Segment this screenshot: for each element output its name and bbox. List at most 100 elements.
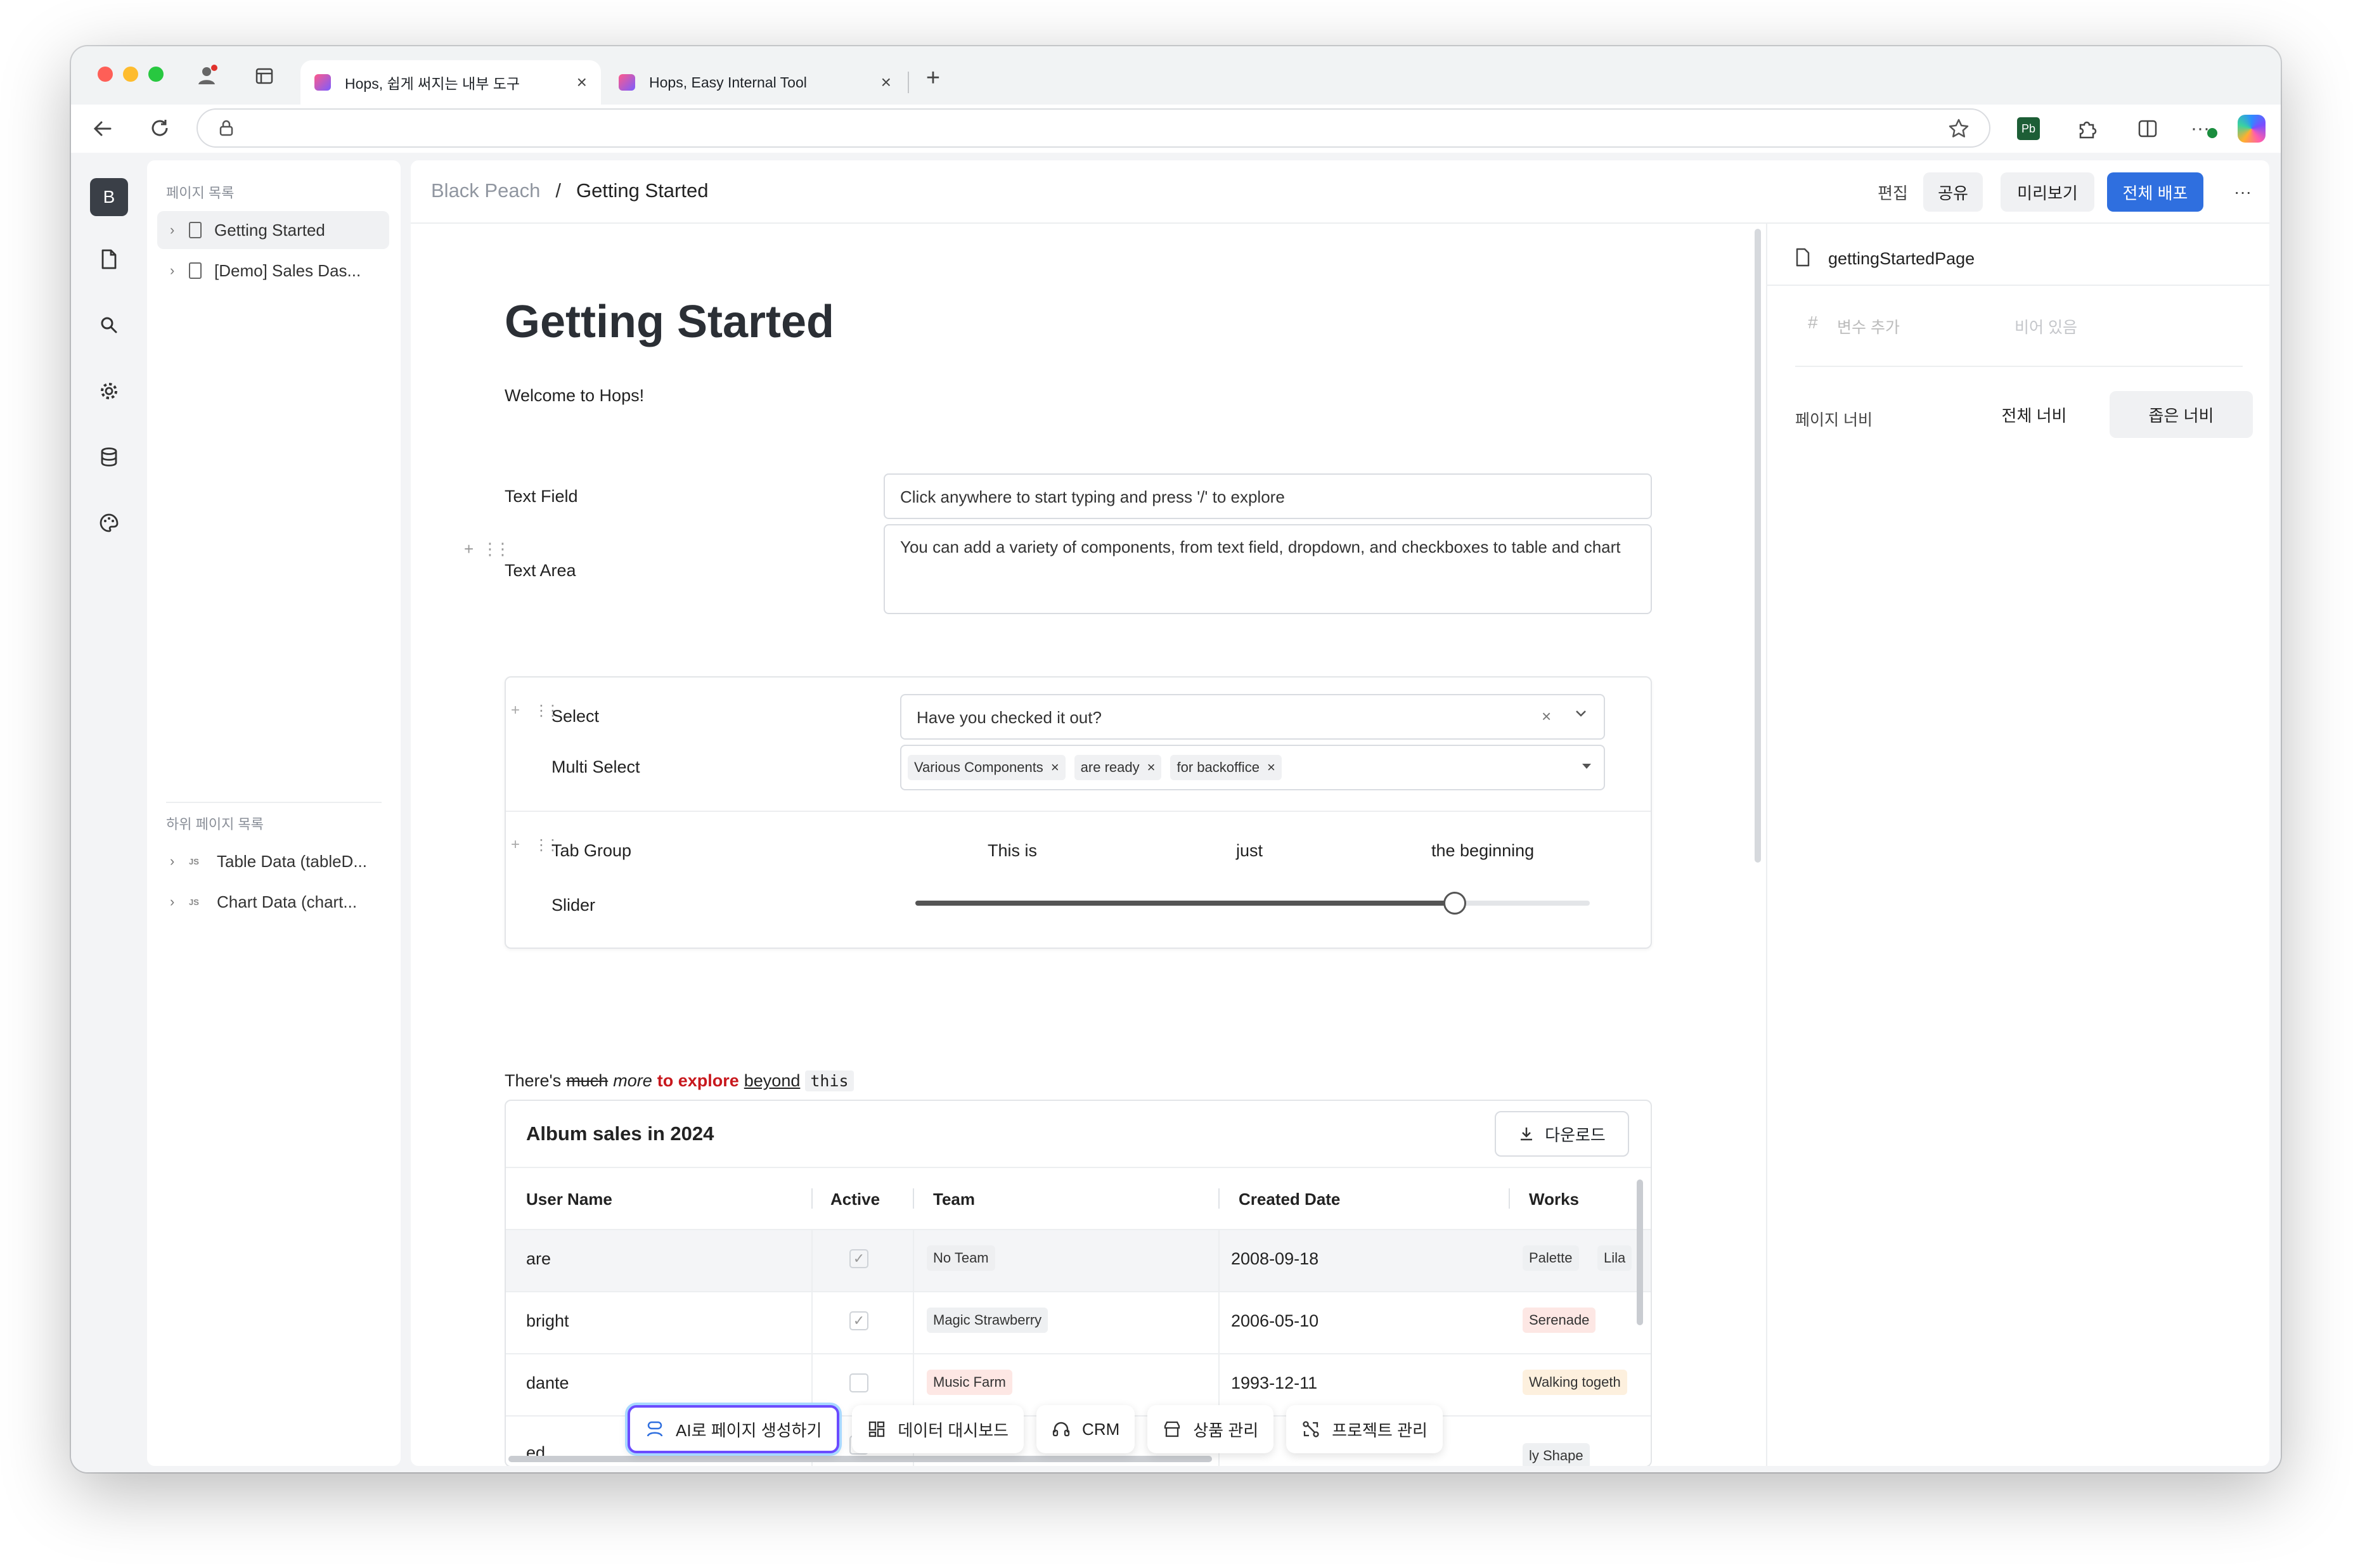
- minimize-window-button[interactable]: [123, 67, 138, 82]
- more-menu-icon[interactable]: ···: [2188, 116, 2220, 141]
- column-header-team[interactable]: Team: [933, 1190, 975, 1209]
- canvas-scrollbar[interactable]: [1755, 229, 1761, 863]
- add-block-plus-icon[interactable]: +: [464, 539, 474, 559]
- column-resizer[interactable]: [1218, 1188, 1220, 1209]
- data-dashboard-button[interactable]: 데이터 대시보드: [852, 1405, 1024, 1453]
- inspector-page-name[interactable]: gettingStartedPage: [1828, 249, 1975, 269]
- column-header-active[interactable]: Active: [830, 1190, 880, 1209]
- tab-hops-korean[interactable]: Hops, 쉽게 써지는 내부 도구 ×: [300, 60, 601, 105]
- text-field-input[interactable]: Click anywhere to start typing and press…: [884, 473, 1652, 519]
- remove-chip-icon[interactable]: ×: [1051, 759, 1059, 776]
- zoom-window-button[interactable]: [148, 67, 164, 82]
- slider-track[interactable]: [915, 892, 1590, 915]
- column-resizer[interactable]: [811, 1188, 813, 1209]
- browser-window: Hops, 쉽게 써지는 내부 도구 × Hops, Easy Internal…: [71, 46, 2281, 1472]
- app-content: B 페이지 목록 › Getting Started › [Demo] Sale…: [71, 153, 2281, 1472]
- gear-icon[interactable]: [96, 378, 122, 404]
- crm-button[interactable]: CRM: [1036, 1405, 1135, 1453]
- table-vertical-scrollbar[interactable]: [1637, 1179, 1643, 1325]
- chevron-right-icon[interactable]: ›: [170, 222, 189, 238]
- download-button[interactable]: 다운로드: [1495, 1111, 1629, 1157]
- more-options-button[interactable]: ···: [2224, 172, 2262, 212]
- tab-sidebar-icon[interactable]: [255, 67, 274, 86]
- bookmark-star-icon[interactable]: [1947, 117, 1970, 140]
- drag-handle-icon[interactable]: ⋮⋮: [482, 539, 511, 559]
- tab-group-tab-3[interactable]: the beginning: [1431, 841, 1534, 861]
- column-resizer[interactable]: [1509, 1188, 1510, 1209]
- remove-chip-icon[interactable]: ×: [1267, 759, 1275, 776]
- close-tab-icon[interactable]: ×: [881, 72, 891, 93]
- subpage-item-table-data[interactable]: › JS Table Data (tableD...: [157, 842, 389, 880]
- preview-button[interactable]: 미리보기: [2001, 172, 2094, 212]
- palette-icon[interactable]: [96, 510, 122, 536]
- breadcrumb-workspace[interactable]: Black Peach: [431, 179, 540, 202]
- extensions-puzzle-icon[interactable]: [2074, 116, 2099, 141]
- slider-thumb[interactable]: [1443, 892, 1467, 915]
- extension-pb-icon[interactable]: Pb: [2017, 117, 2040, 140]
- headset-icon: [1052, 1420, 1071, 1439]
- select-dropdown[interactable]: Have you checked it out? ×: [900, 694, 1605, 740]
- tab-group-tab-1[interactable]: This is: [988, 841, 1037, 861]
- page-item-getting-started[interactable]: › Getting Started: [157, 211, 389, 249]
- breadcrumb-page[interactable]: Getting Started: [576, 179, 709, 202]
- table-horizontal-scrollbar[interactable]: [508, 1456, 1212, 1462]
- tab-hops-english[interactable]: Hops, Easy Internal Tool ×: [605, 60, 905, 105]
- chip-label: are ready: [1080, 759, 1140, 775]
- tab-group-tab-2[interactable]: just: [1236, 841, 1263, 861]
- reload-icon[interactable]: [147, 116, 172, 141]
- back-arrow-icon[interactable]: [90, 116, 115, 141]
- search-icon[interactable]: [96, 312, 122, 338]
- quick-action-label: 프로젝트 관리: [1332, 1420, 1428, 1440]
- page-title[interactable]: Getting Started: [505, 296, 834, 348]
- product-management-button[interactable]: 상품 관리: [1147, 1405, 1274, 1453]
- column-header-user-name[interactable]: User Name: [526, 1190, 612, 1209]
- ai-generate-page-button[interactable]: AI로 페이지 생성하기: [628, 1405, 840, 1453]
- edit-button[interactable]: 편집: [1867, 172, 1918, 212]
- deploy-button[interactable]: 전체 배포: [2107, 172, 2203, 212]
- remove-chip-icon[interactable]: ×: [1147, 759, 1156, 776]
- multi-select-input[interactable]: Various Components × are ready × for backo…: [900, 745, 1605, 790]
- subpage-item-chart-data[interactable]: › JS Chart Data (chart...: [157, 883, 389, 921]
- clear-icon[interactable]: ×: [1542, 707, 1551, 726]
- caret-down-icon[interactable]: [1582, 764, 1591, 769]
- split-view-icon[interactable]: [2135, 116, 2160, 141]
- checked-checkbox[interactable]: ✓: [849, 1249, 868, 1268]
- close-window-button[interactable]: [98, 67, 113, 82]
- copilot-icon[interactable]: [2238, 115, 2266, 143]
- page-item-demo-sales[interactable]: › [Demo] Sales Das...: [157, 252, 389, 290]
- ai-icon: [645, 1420, 664, 1439]
- checked-checkbox[interactable]: ✓: [849, 1311, 868, 1330]
- rich-text-line[interactable]: There's much more to explore beyond this: [505, 1070, 854, 1091]
- plus-icon[interactable]: +: [920, 65, 946, 91]
- profile-icon[interactable]: [197, 64, 218, 86]
- breadcrumb: Black Peach / Getting Started: [431, 179, 708, 202]
- table-row[interactable]: bright ✓ Magic Strawberry 2006-05-10 Serenad…: [506, 1291, 1651, 1354]
- workspace-avatar[interactable]: B: [90, 178, 128, 216]
- text-area-input[interactable]: You can add a variety of components, fro…: [884, 524, 1652, 614]
- hash-icon: #: [1808, 312, 1818, 332]
- add-variable-button[interactable]: 변수 추가: [1837, 315, 1900, 338]
- document-icon[interactable]: [96, 247, 122, 272]
- chip-label: Various Components: [914, 759, 1043, 775]
- add-block-plus-icon[interactable]: +: [511, 702, 520, 719]
- database-icon[interactable]: [96, 444, 122, 470]
- column-header-works[interactable]: Works: [1529, 1190, 1579, 1209]
- column-header-created-date[interactable]: Created Date: [1239, 1190, 1340, 1209]
- table-row[interactable]: are ✓ No Team 2008-09-18 Palette Lila: [506, 1229, 1651, 1292]
- project-management-button[interactable]: 프로젝트 관리: [1286, 1405, 1443, 1453]
- hops-favicon-icon: [314, 74, 331, 91]
- chevron-right-icon[interactable]: ›: [170, 262, 189, 279]
- address-bar[interactable]: [197, 108, 1990, 148]
- chevron-right-icon[interactable]: ›: [170, 853, 189, 870]
- js-file-icon: JS: [189, 856, 199, 866]
- unchecked-checkbox[interactable]: [849, 1373, 868, 1392]
- narrow-width-option[interactable]: 좁은 너비: [2110, 391, 2253, 438]
- close-tab-icon[interactable]: ×: [577, 72, 587, 93]
- column-resizer[interactable]: [913, 1188, 914, 1209]
- welcome-text[interactable]: Welcome to Hops!: [505, 386, 644, 406]
- full-width-option[interactable]: 전체 너비: [1968, 391, 2101, 438]
- chevron-down-icon[interactable]: [1573, 705, 1589, 721]
- share-button[interactable]: 공유: [1923, 172, 1983, 212]
- add-block-plus-icon[interactable]: +: [511, 836, 520, 854]
- chevron-right-icon[interactable]: ›: [170, 894, 189, 910]
